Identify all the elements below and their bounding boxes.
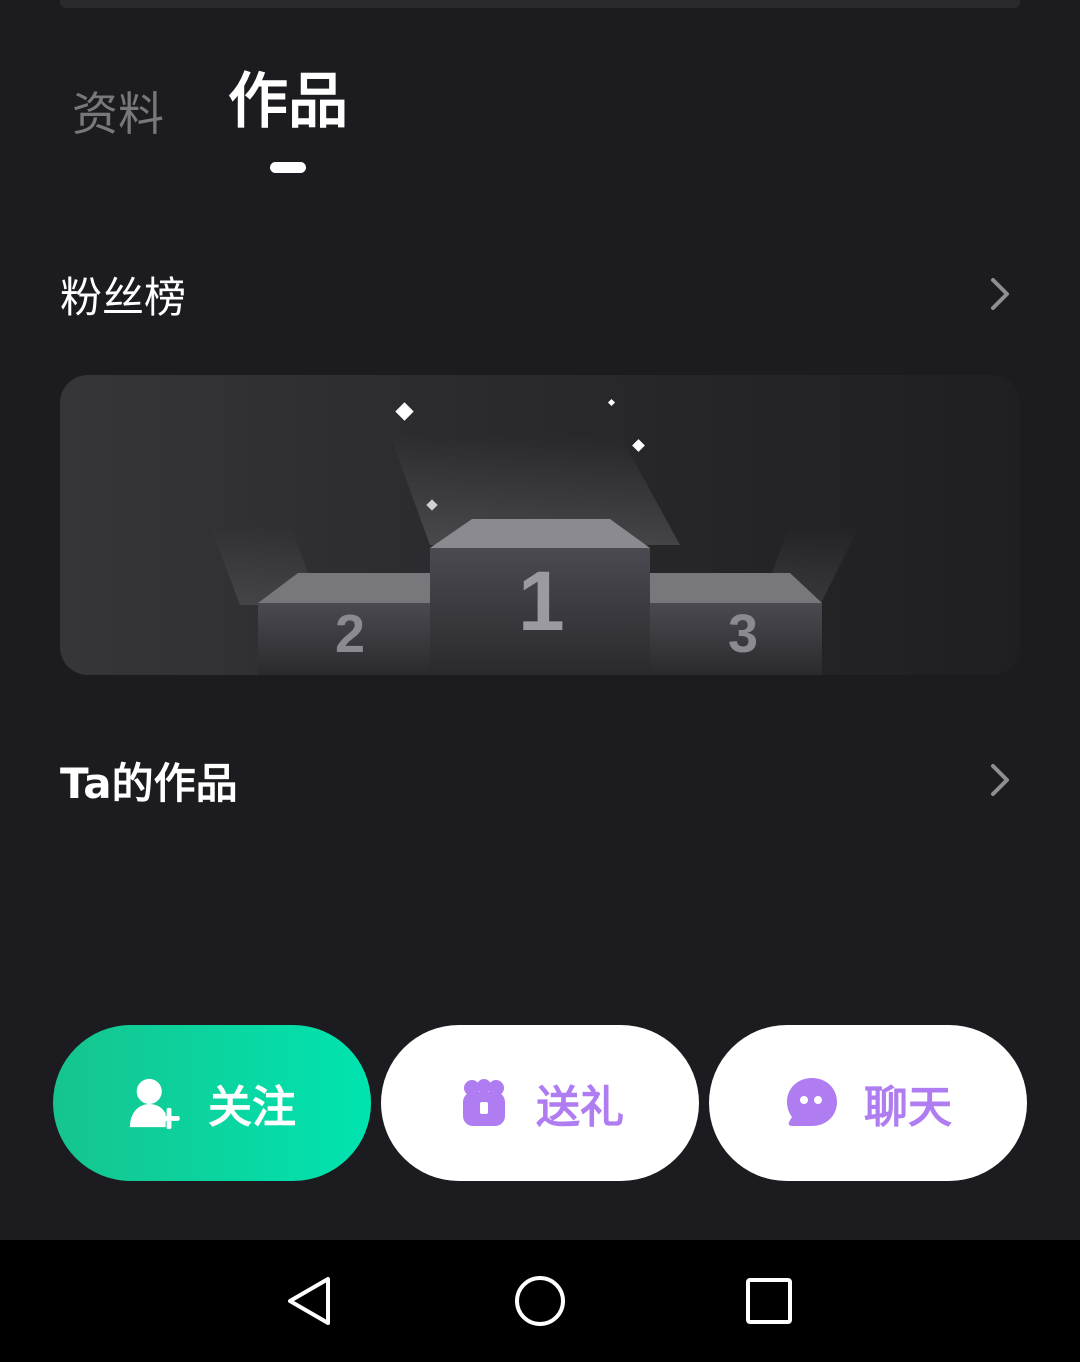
back-icon[interactable] — [280, 1271, 340, 1331]
profile-screen: 资料 作品 粉丝榜 1 2 3 Ta的作品 关注 送礼 聊天 — [0, 0, 1080, 1362]
gift-button[interactable]: 送礼 — [381, 1025, 699, 1181]
tab-bar: 资料 作品 — [72, 60, 672, 190]
follow-button[interactable]: 关注 — [53, 1025, 371, 1181]
system-nav-bar — [0, 1240, 1080, 1362]
fans-rank-title: 粉丝榜 — [60, 272, 187, 322]
follow-label: 关注 — [208, 1082, 296, 1133]
gift-icon — [456, 1075, 512, 1131]
chat-label: 聊天 — [864, 1082, 952, 1133]
tab-profile[interactable]: 资料 — [72, 72, 164, 156]
chat-button[interactable]: 聊天 — [709, 1025, 1027, 1181]
podium-rank-3: 3 — [728, 604, 759, 664]
chevron-right-icon — [980, 760, 1020, 800]
works-title: Ta的作品 — [60, 758, 238, 808]
fans-podium-card[interactable]: 1 2 3 — [60, 375, 1020, 675]
works-row[interactable]: Ta的作品 — [60, 740, 1020, 820]
tab-works[interactable]: 作品 — [228, 60, 348, 144]
action-bar: 关注 送礼 聊天 — [53, 1025, 1028, 1181]
recent-apps-icon[interactable] — [739, 1271, 799, 1331]
podium-rank-2: 2 — [335, 604, 366, 664]
fans-rank-row[interactable]: 粉丝榜 — [60, 254, 1020, 334]
chat-bubble-icon — [784, 1075, 840, 1131]
chevron-right-icon — [980, 274, 1020, 314]
top-handle — [60, 0, 1020, 8]
active-tab-indicator — [270, 162, 306, 173]
gift-label: 送礼 — [536, 1082, 624, 1133]
home-icon[interactable] — [510, 1271, 570, 1331]
add-user-icon — [128, 1075, 184, 1131]
podium-rank-1: 1 — [518, 554, 565, 648]
